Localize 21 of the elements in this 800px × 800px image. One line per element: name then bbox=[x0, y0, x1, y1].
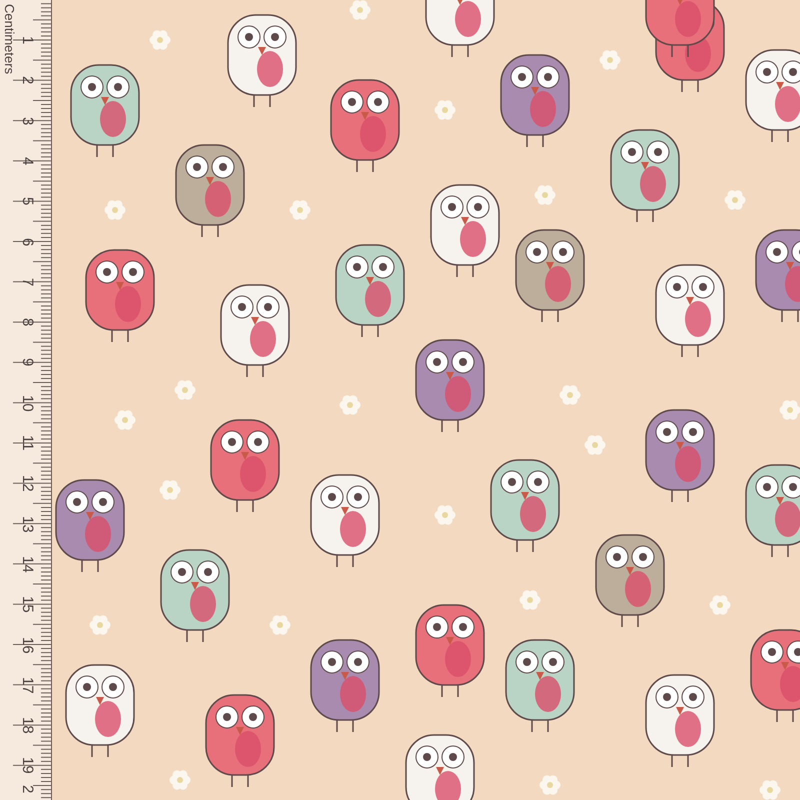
unit-label: Centimeters bbox=[3, 4, 16, 74]
ruler-number: 3 bbox=[20, 116, 35, 125]
ruler-number: 17 bbox=[20, 676, 35, 694]
ruler-number: 12 bbox=[20, 475, 35, 492]
ruler-number: 8 bbox=[20, 318, 35, 326]
ruler-number: 2 bbox=[20, 76, 35, 85]
ruler-number: 13 bbox=[20, 516, 35, 532]
ruler-number: 7 bbox=[20, 278, 35, 286]
ruler-number: 6 bbox=[20, 238, 35, 246]
ruler-number: 14 bbox=[20, 556, 35, 573]
ruler-number: 10 bbox=[20, 394, 35, 412]
ruler-number: 2 bbox=[20, 785, 35, 794]
ruler-number: 4 bbox=[20, 156, 35, 166]
ruler-number: 1 bbox=[20, 36, 35, 44]
ruler-number: 18 bbox=[20, 717, 35, 734]
ruler-number: 15 bbox=[20, 596, 35, 613]
ruler-number: 5 bbox=[20, 197, 35, 206]
ruler-number: 19 bbox=[20, 757, 35, 774]
ruler-number: 9 bbox=[20, 358, 35, 367]
ruler-number: 16 bbox=[20, 636, 35, 654]
ruler-number: 11 bbox=[20, 435, 35, 451]
